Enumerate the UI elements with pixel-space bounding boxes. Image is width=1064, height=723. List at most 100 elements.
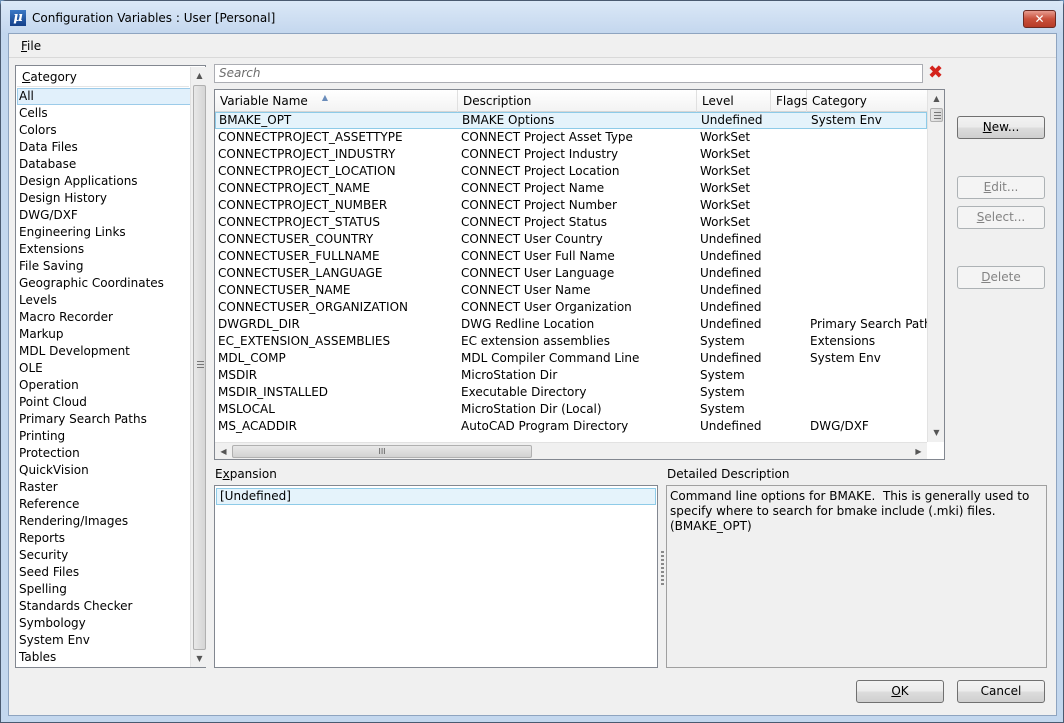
description-cell: EC extension assemblies — [461, 334, 610, 348]
table-row[interactable]: CONNECTUSER_COUNTRY CONNECT User Country U… — [215, 231, 927, 248]
level-cell: Undefined — [701, 113, 763, 127]
category-item[interactable]: Standards Checker — [17, 598, 191, 615]
category-item[interactable]: Point Cloud — [17, 394, 191, 411]
table-row[interactable]: CONNECTUSER_ORGANIZATION CONNECT User Org… — [215, 299, 927, 316]
table-row[interactable]: MSLOCALMicroStation Dir (Local)System⟳ — [215, 401, 927, 418]
category-list[interactable]: Category All Cells Colors Data Files Databas… — [15, 65, 207, 668]
category-item[interactable]: Markup — [17, 326, 191, 343]
level-cell: System — [700, 368, 745, 382]
category-item[interactable]: Printing — [17, 428, 191, 445]
description-cell: CONNECT User Language — [461, 266, 615, 280]
category-item[interactable]: DWG/DXF — [17, 207, 191, 224]
table-row[interactable]: MSDIRMicroStation DirSystem⟳ — [215, 367, 927, 384]
category-item[interactable]: Database — [17, 156, 191, 173]
microstation-app-icon: μ — [10, 10, 26, 26]
category-item[interactable]: Reference — [17, 496, 191, 513]
table-row[interactable]: CONNECTUSER_LANGUAGE CONNECT User Languag… — [215, 265, 927, 282]
table-row[interactable]: MDL_COMP MDL Compiler Command Line Undefin… — [215, 350, 927, 367]
category-item[interactable]: MDL Development — [17, 343, 191, 360]
level-cell: System — [700, 334, 745, 348]
expansion-box[interactable]: [Undefined] — [214, 485, 658, 668]
variables-table[interactable]: Variable Name ▲ Description Level Flags C… — [214, 89, 945, 460]
category-item[interactable]: File Saving — [17, 258, 191, 275]
category-scrollbar[interactable]: ▲ ▼ — [190, 67, 207, 667]
column-header-category[interactable]: Category — [807, 90, 927, 112]
table-row[interactable]: EC_EXTENSION_ASSEMBLIES EC extension asse… — [215, 333, 927, 350]
scrollbar-thumb[interactable] — [930, 108, 943, 122]
splitter-handle[interactable] — [661, 551, 664, 587]
table-row[interactable]: CONNECTPROJECT_ASSETTYPE CONNECT Project … — [215, 129, 927, 146]
category-item[interactable]: Design Applications — [17, 173, 191, 190]
category-item[interactable]: Design History — [17, 190, 191, 207]
category-item[interactable]: Spelling — [17, 581, 191, 598]
category-item[interactable]: Symbology — [17, 615, 191, 632]
name-cell: CONNECTUSER_COUNTRY — [218, 232, 374, 246]
category-item[interactable]: Colors — [17, 122, 191, 139]
category-item[interactable]: Macro Recorder — [17, 309, 191, 326]
category-item[interactable]: Seed Files — [17, 564, 191, 581]
category-item[interactable]: System Env — [17, 632, 191, 649]
category-item[interactable]: Geographic Coordinates — [17, 275, 191, 292]
scroll-down-arrow-icon[interactable]: ▼ — [191, 650, 208, 667]
scroll-left-arrow-icon[interactable]: ◀ — [215, 443, 232, 459]
column-header-flags[interactable]: Flags — [771, 90, 807, 112]
category-item[interactable]: Levels — [17, 292, 191, 309]
search-input[interactable]: Search — [214, 64, 923, 83]
category-item[interactable]: All — [17, 88, 191, 105]
category-item[interactable]: Protection — [17, 445, 191, 462]
scrollbar-thumb[interactable] — [193, 85, 206, 650]
window-close-button[interactable]: ✕ — [1023, 10, 1056, 28]
category-item[interactable]: Raster — [17, 479, 191, 496]
category-header[interactable]: Category — [17, 67, 189, 87]
table-vertical-scrollbar[interactable]: ▲ ▼ — [927, 90, 944, 442]
scroll-up-arrow-icon[interactable]: ▲ — [928, 90, 944, 107]
category-item[interactable]: Cells — [17, 105, 191, 122]
level-cell: Undefined — [700, 283, 762, 297]
column-header-description[interactable]: Description — [458, 90, 697, 112]
name-cell: CONNECTUSER_ORGANIZATION — [218, 300, 408, 314]
table-horizontal-scrollbar[interactable]: ◀ III ▶ — [215, 442, 927, 459]
category-item[interactable]: Reports — [17, 530, 191, 547]
table-row[interactable]: BMAKE_OPT BMAKE Options Undefined System En… — [215, 112, 927, 129]
table-row[interactable]: CONNECTUSER_NAME CONNECT User Name Undefin… — [215, 282, 927, 299]
category-item[interactable]: Data Files — [17, 139, 191, 156]
table-row[interactable]: CONNECTPROJECT_NAME CONNECT Project Name W… — [215, 180, 927, 197]
table-row[interactable]: CONNECTPROJECT_NUMBER CONNECT Project Num… — [215, 197, 927, 214]
name-cell: EC_EXTENSION_ASSEMBLIES — [218, 334, 391, 348]
table-row[interactable]: MSDIR_INSTALLED Executable Directory Syste… — [215, 384, 927, 401]
category-item[interactable]: QuickVision — [17, 462, 191, 479]
dialog-client-area: File Category All Cells Colors Data Files Da… — [8, 33, 1057, 716]
scroll-down-arrow-icon[interactable]: ▼ — [928, 424, 944, 441]
category-item[interactable]: Security — [17, 547, 191, 564]
scrollbar-thumb[interactable]: III — [232, 445, 532, 458]
category-item[interactable]: Rendering/Images — [17, 513, 191, 530]
category-item[interactable]: OLE — [17, 360, 191, 377]
cancel-button[interactable]: Cancel — [957, 680, 1045, 703]
category-item[interactable]: Tables — [17, 649, 191, 666]
delete-button[interactable]: Delete — [957, 266, 1045, 289]
edit-button[interactable]: Edit... — [957, 176, 1045, 199]
scroll-right-arrow-icon[interactable]: ▶ — [910, 443, 927, 459]
scroll-up-arrow-icon[interactable]: ▲ — [191, 67, 208, 84]
level-cell: WorkSet — [700, 164, 751, 178]
select-button[interactable]: Select... — [957, 206, 1045, 229]
table-row[interactable]: DWGRDL_DIR DWG Redline Location Undefined P… — [215, 316, 927, 333]
new-button[interactable]: New... — [957, 116, 1045, 139]
menu-file[interactable]: File — [21, 39, 41, 53]
column-header-level[interactable]: Level — [697, 90, 771, 112]
ok-button[interactable]: OK — [856, 680, 944, 703]
category-item[interactable]: Primary Search Paths — [17, 411, 191, 428]
table-row[interactable]: CONNECTPROJECT_INDUSTRY CONNECT Project I… — [215, 146, 927, 163]
description-cell: MDL Compiler Command Line — [461, 351, 640, 365]
expansion-value[interactable]: [Undefined] — [216, 488, 656, 505]
column-header-variable-name[interactable]: Variable Name ▲ — [215, 90, 458, 112]
table-row[interactable]: CONNECTPROJECT_STATUS CONNECT Project Sta… — [215, 214, 927, 231]
category-cell: System Env — [810, 351, 881, 365]
table-row[interactable]: CONNECTUSER_FULLNAME CONNECT User Full Na… — [215, 248, 927, 265]
table-row[interactable]: MS_ACADDIR AutoCAD Program Directory Undef… — [215, 418, 927, 435]
table-row[interactable]: CONNECTPROJECT_LOCATION CONNECT Project L… — [215, 163, 927, 180]
clear-search-icon[interactable]: ✖ — [928, 63, 943, 83]
category-item[interactable]: Extensions — [17, 241, 191, 258]
category-item[interactable]: Operation — [17, 377, 191, 394]
category-item[interactable]: Engineering Links — [17, 224, 191, 241]
